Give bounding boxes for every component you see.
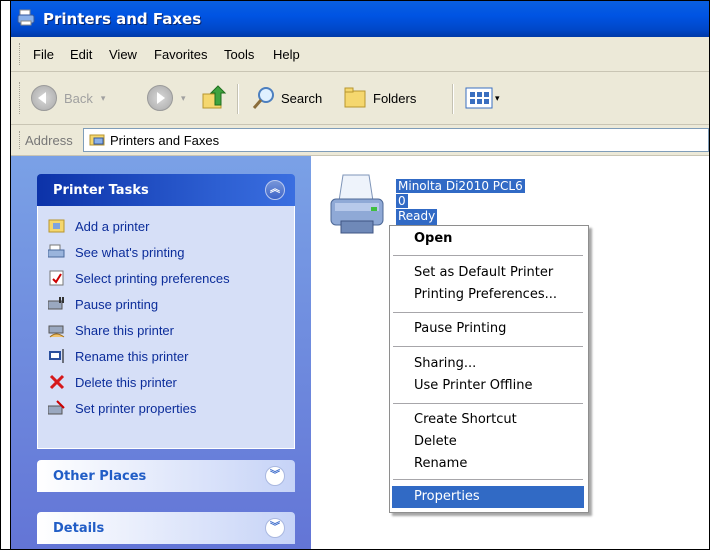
address-field[interactable]: Printers and Faxes (83, 128, 709, 152)
expand-chevron-icon[interactable]: ︾ (265, 466, 285, 486)
menu-item-create-shortcut[interactable]: Create Shortcut (392, 409, 584, 431)
task-label: Set printer properties (75, 400, 197, 416)
address-bar: Address Printers and Faxes (11, 125, 709, 156)
task-label: Rename this printer (75, 348, 189, 364)
expand-chevron-icon[interactable]: ︾ (265, 518, 285, 538)
menu-item-properties[interactable]: Properties (392, 486, 584, 508)
task-label: Delete this printer (75, 374, 177, 390)
menu-separator (393, 312, 583, 313)
up-folder-button[interactable] (201, 84, 227, 112)
back-dropdown-icon[interactable]: ▾ (101, 93, 106, 104)
task-rename-printer[interactable]: Rename this printer (48, 346, 188, 366)
menu-item-pause-printing[interactable]: Pause Printing (392, 318, 584, 340)
task-label: Select printing preferences (75, 270, 230, 286)
menu-view[interactable]: View (109, 47, 137, 62)
printers-folder-icon (17, 9, 35, 26)
printer-tasks-header[interactable]: Printer Tasks ︽ (37, 174, 295, 206)
printer-tasks-title: Printer Tasks (53, 183, 149, 198)
details-header[interactable]: Details ︾ (37, 512, 295, 544)
delete-x-icon (48, 374, 66, 390)
search-label: Search (281, 90, 323, 106)
task-printer-properties[interactable]: Set printer properties (47, 398, 197, 418)
search-button[interactable]: Search (251, 84, 322, 112)
printer-tasks-list: Add a printer See what's printing Select… (37, 206, 295, 449)
printer-status-label: Ready (396, 209, 438, 225)
window-title: Printers and Faxes (43, 10, 202, 28)
task-label: Share this printer (75, 322, 174, 338)
views-dropdown-icon[interactable]: ▾ (495, 93, 500, 104)
menu-item-use-offline[interactable]: Use Printer Offline (392, 375, 584, 397)
address-value: Printers and Faxes (110, 133, 220, 148)
task-delete-printer[interactable]: Delete this printer (48, 372, 177, 392)
share-printer-icon (48, 322, 66, 338)
add-printer-icon (48, 218, 66, 234)
back-arrow-icon (31, 85, 57, 111)
folders-icon (344, 87, 366, 108)
menu-file[interactable]: File (33, 47, 54, 62)
task-label: See what's printing (75, 244, 185, 260)
folders-label: Folders (373, 90, 417, 106)
task-share-printer[interactable]: Share this printer (48, 320, 174, 340)
task-label: Add a printer (75, 218, 150, 234)
address-bar-grip[interactable] (19, 131, 23, 149)
standard-toolbar: Back ▾ ▾ Search Folders ▾ (11, 72, 709, 125)
address-label: Address (25, 133, 73, 148)
task-label: Pause printing (75, 296, 159, 312)
views-icon (465, 87, 493, 109)
other-places-panel: Other Places ︾ (37, 460, 295, 492)
menu-separator (393, 479, 583, 480)
printer-properties-icon (47, 400, 66, 416)
menu-separator (393, 255, 583, 256)
toolbar-separator-2 (452, 84, 454, 114)
pause-printer-icon (47, 296, 66, 312)
menu-item-rename[interactable]: Rename (392, 453, 584, 475)
forward-dropdown-icon[interactable]: ▾ (181, 93, 186, 104)
details-title: Details (53, 521, 105, 536)
toolbar-separator (237, 84, 239, 114)
menu-item-delete[interactable]: Delete (392, 431, 584, 453)
explorer-window: Printers and Faxes File Edit View Favori… (10, 1, 709, 549)
details-panel: Details ︾ (37, 512, 295, 544)
printer-tasks-panel: Printer Tasks ︽ Add a printer See what's… (37, 174, 295, 449)
menu-bar: File Edit View Favorites Tools Help (11, 37, 709, 72)
folders-button[interactable]: Folders (343, 84, 416, 112)
views-button[interactable]: ▾ (465, 84, 500, 112)
menu-tools[interactable]: Tools (224, 47, 254, 62)
printer-name-label[interactable]: Minolta Di2010 PCL6 (396, 179, 525, 193)
back-label: Back (64, 90, 93, 106)
title-bar[interactable]: Printers and Faxes (11, 1, 709, 37)
context-menu: Open Set as Default Printer Printing Pre… (389, 225, 589, 513)
forward-button[interactable]: ▾ (147, 84, 186, 112)
back-button[interactable]: Back ▾ (31, 84, 105, 112)
menu-help[interactable]: Help (273, 47, 300, 62)
menu-item-sharing[interactable]: Sharing... (392, 353, 584, 375)
task-see-printing[interactable]: See what's printing (47, 242, 185, 262)
printers-folder-icon (89, 134, 105, 146)
task-pane: Printer Tasks ︽ Add a printer See what's… (11, 156, 311, 549)
menu-separator (393, 346, 583, 347)
menu-separator (393, 403, 583, 404)
toolbar-grip[interactable] (19, 82, 23, 114)
search-icon (252, 87, 274, 109)
printer-documents-label: 0 (396, 194, 408, 208)
menu-item-printing-preferences[interactable]: Printing Preferences... (392, 284, 584, 306)
menu-item-set-default[interactable]: Set as Default Printer (392, 262, 584, 284)
other-places-title: Other Places (53, 469, 147, 484)
menu-edit[interactable]: Edit (70, 47, 92, 62)
task-add-printer[interactable]: Add a printer (48, 216, 149, 236)
rename-icon (48, 348, 66, 364)
preferences-icon (48, 270, 66, 286)
printer-icon[interactable] (329, 171, 387, 243)
task-pause-printing[interactable]: Pause printing (47, 294, 159, 314)
up-folder-icon (202, 85, 227, 109)
screenshot-frame: Printers and Faxes File Edit View Favori… (0, 0, 710, 550)
menu-item-open[interactable]: Open (392, 228, 584, 250)
menu-favorites[interactable]: Favorites (154, 47, 207, 62)
forward-arrow-icon (147, 85, 173, 111)
menu-bar-grip[interactable] (19, 43, 23, 65)
collapse-chevron-icon[interactable]: ︽ (265, 180, 285, 200)
print-queue-icon (47, 244, 66, 260)
other-places-header[interactable]: Other Places ︾ (37, 460, 295, 492)
task-printing-preferences[interactable]: Select printing preferences (48, 268, 230, 288)
